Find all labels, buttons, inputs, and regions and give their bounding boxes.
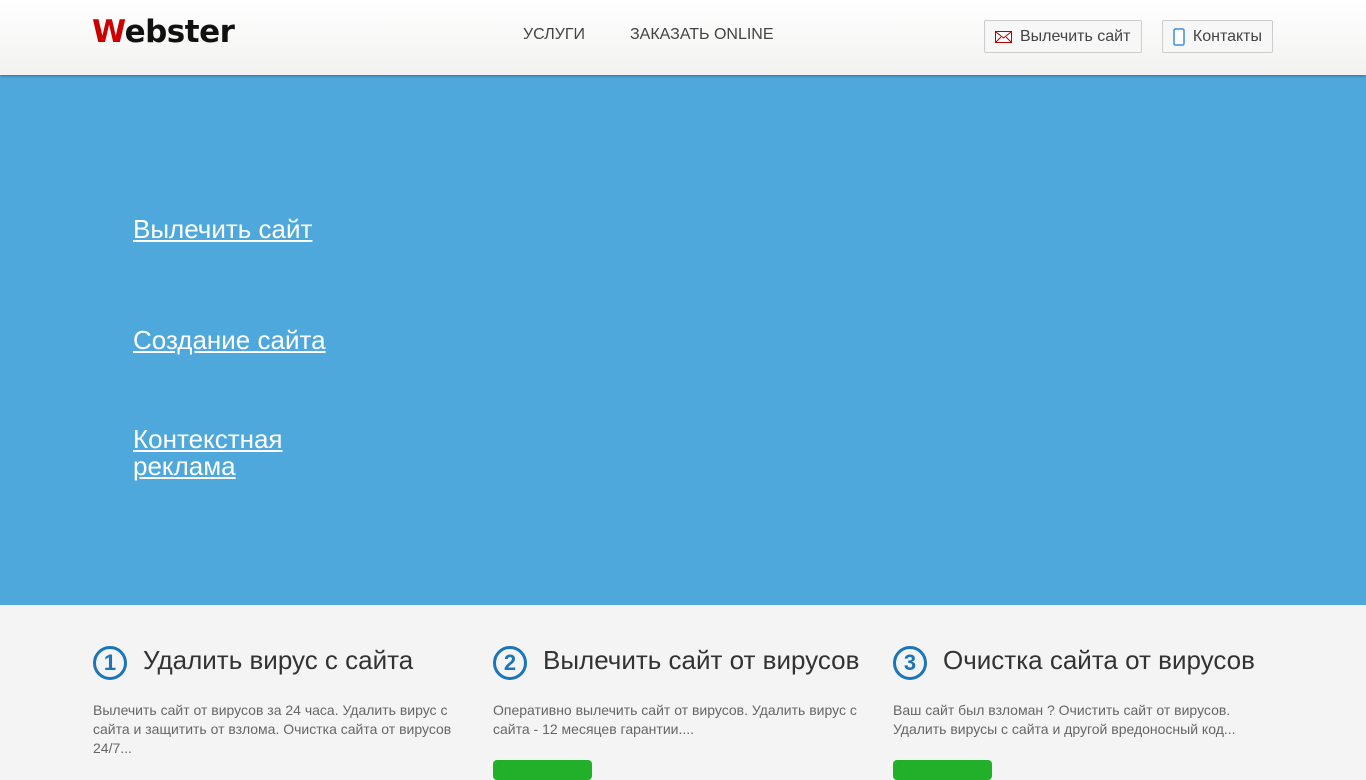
nav-order-online[interactable]: ЗАКАЗАТЬ ONLINE [630,26,774,44]
feature-3-more-button[interactable] [893,760,992,780]
feature-title[interactable]: Вылечить сайт от вирусов [543,645,859,676]
header: Webster УСЛУГИ ЗАКАЗАТЬ ONLINE Вылечить … [0,0,1366,75]
hero-link-context-ads[interactable]: Контекстная реклама [133,426,303,480]
hero-link-create-site[interactable]: Создание сайта [133,327,353,354]
hero-banner: Вылечить сайт Создание сайта Контекстная… [0,75,1366,605]
nav-services[interactable]: УСЛУГИ [523,26,585,44]
logo[interactable]: Webster [92,14,235,50]
cure-site-button[interactable]: Вылечить сайт [984,20,1142,53]
contacts-button[interactable]: Контакты [1162,20,1273,53]
feature-text: Оперативно вылечить сайт от вирусов. Уда… [493,702,857,737]
envelope-icon [995,30,1012,43]
step-number: 2 [493,646,527,680]
hero-link-cure-site[interactable]: Вылечить сайт [133,216,333,243]
feature-text: Ваш сайт был взломан ? Очистить сайт от … [893,702,1236,737]
feature-title[interactable]: Удалить вирус с сайта [143,645,413,676]
phone-icon [1173,27,1185,46]
step-number: 1 [93,646,127,680]
feature-text: Вылечить сайт от вирусов за 24 часа. Уда… [93,702,452,756]
feature-title[interactable]: Очистка сайта от вирусов [943,645,1255,676]
feature-2-more-button[interactable] [493,760,592,780]
step-number: 3 [893,646,927,680]
